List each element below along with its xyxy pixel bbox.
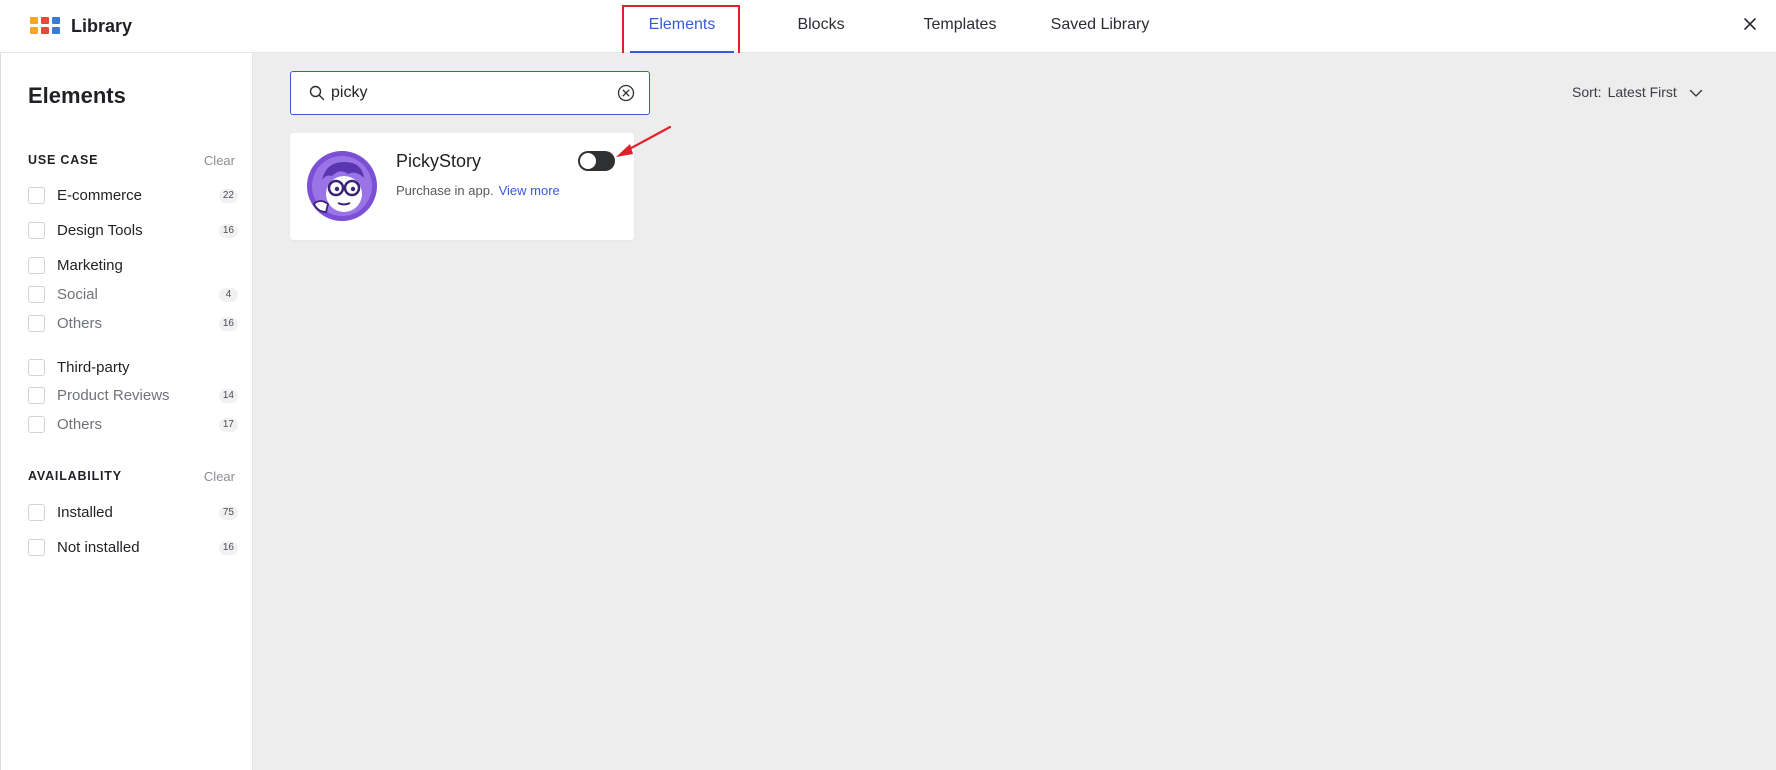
tab-label: Saved Library (1050, 16, 1150, 33)
search-icon (309, 85, 325, 101)
sidebar-title: Elements (28, 83, 126, 108)
filter-sidebar: Elements USE CASE Clear E-commerce 22 De… (0, 53, 253, 770)
checkbox[interactable] (28, 286, 45, 303)
sort-label: Sort: (1572, 84, 1602, 100)
search-value[interactable]: picky (331, 84, 367, 102)
close-icon[interactable] (1740, 14, 1760, 34)
clear-search-icon[interactable] (617, 84, 635, 102)
filter-option-product-reviews[interactable]: Product Reviews 14 (28, 385, 238, 407)
count-badge: 16 (218, 224, 238, 238)
use-case-heading: USE CASE (28, 153, 99, 167)
checkbox[interactable] (28, 257, 45, 274)
checkbox[interactable] (28, 416, 45, 433)
checkbox[interactable] (28, 504, 45, 521)
checkbox[interactable] (28, 315, 45, 332)
sort-value: Latest First (1607, 84, 1677, 100)
checkbox[interactable] (28, 222, 45, 239)
availability-heading: AVAILABILITY (28, 469, 122, 483)
filter-option-e-commerce[interactable]: E-commerce 22 (28, 185, 238, 207)
filter-label: Third-party (57, 359, 130, 376)
count-badge: 16 (218, 541, 238, 555)
filter-option-social[interactable]: Social 4 (28, 284, 238, 306)
tab-templates[interactable]: Templates (912, 16, 1008, 53)
filter-label: Others (57, 315, 103, 332)
filter-label: Social (57, 286, 98, 303)
count-badge: 16 (218, 317, 238, 331)
element-card-pickystory[interactable]: PickyStory Purchase in app. View more (290, 133, 634, 240)
checkbox[interactable] (28, 387, 45, 404)
filter-label: Installed (57, 504, 113, 521)
filter-option-others-third-party[interactable]: Others 17 (28, 414, 238, 436)
filter-option-others[interactable]: Others 16 (28, 313, 238, 335)
chevron-down-icon (1689, 90, 1702, 97)
checkbox[interactable] (28, 187, 45, 204)
count-badge: 4 (219, 288, 238, 302)
annotation-highlight-box (622, 5, 740, 58)
availability-clear-button[interactable]: Clear (204, 469, 235, 484)
count-badge: 75 (218, 506, 238, 520)
search-input[interactable]: picky (290, 71, 650, 115)
tab-blocks[interactable]: Blocks (782, 16, 860, 53)
main-content: picky Sort:Latest First PickyStory Purc (253, 53, 1776, 770)
use-case-clear-button[interactable]: Clear (204, 153, 235, 168)
tab-saved-library[interactable]: Saved Library (1046, 16, 1154, 53)
tab-label: Templates (923, 16, 997, 33)
view-more-link[interactable]: View more (499, 183, 560, 198)
sort-dropdown[interactable]: Sort: Latest First (1572, 84, 1703, 100)
count-badge: 14 (218, 389, 238, 403)
checkbox[interactable] (28, 539, 45, 556)
card-description: Purchase in app. View more (396, 183, 560, 198)
filter-label: Not installed (57, 539, 140, 556)
card-description-text: Purchase in app. (396, 183, 494, 198)
top-bar: Library Elements Blocks Templates Saved … (0, 0, 1776, 58)
app-title: Library (71, 16, 133, 36)
filter-option-marketing[interactable]: Marketing (28, 255, 238, 277)
install-toggle[interactable] (578, 151, 615, 171)
annotation-arrow-icon (616, 125, 672, 157)
filter-option-installed[interactable]: Installed 75 (28, 502, 238, 524)
filter-label: Others (57, 416, 103, 433)
filter-label: Product Reviews (57, 387, 170, 404)
checkbox[interactable] (28, 359, 45, 376)
filter-label: E-commerce (57, 187, 143, 204)
card-title: PickyStory (396, 151, 482, 171)
filter-label: Design Tools (57, 222, 143, 239)
toggle-knob (580, 153, 596, 169)
filter-label: Marketing (57, 257, 123, 274)
filter-option-third-party[interactable]: Third-party (28, 357, 238, 379)
count-badge: 17 (218, 418, 238, 432)
tab-label: Blocks (797, 16, 845, 33)
library-logo-icon (30, 17, 60, 35)
filter-option-not-installed[interactable]: Not installed 16 (28, 537, 238, 559)
pickystory-logo-icon (307, 151, 377, 221)
filter-option-design-tools[interactable]: Design Tools 16 (28, 220, 238, 242)
count-badge: 22 (218, 189, 238, 203)
